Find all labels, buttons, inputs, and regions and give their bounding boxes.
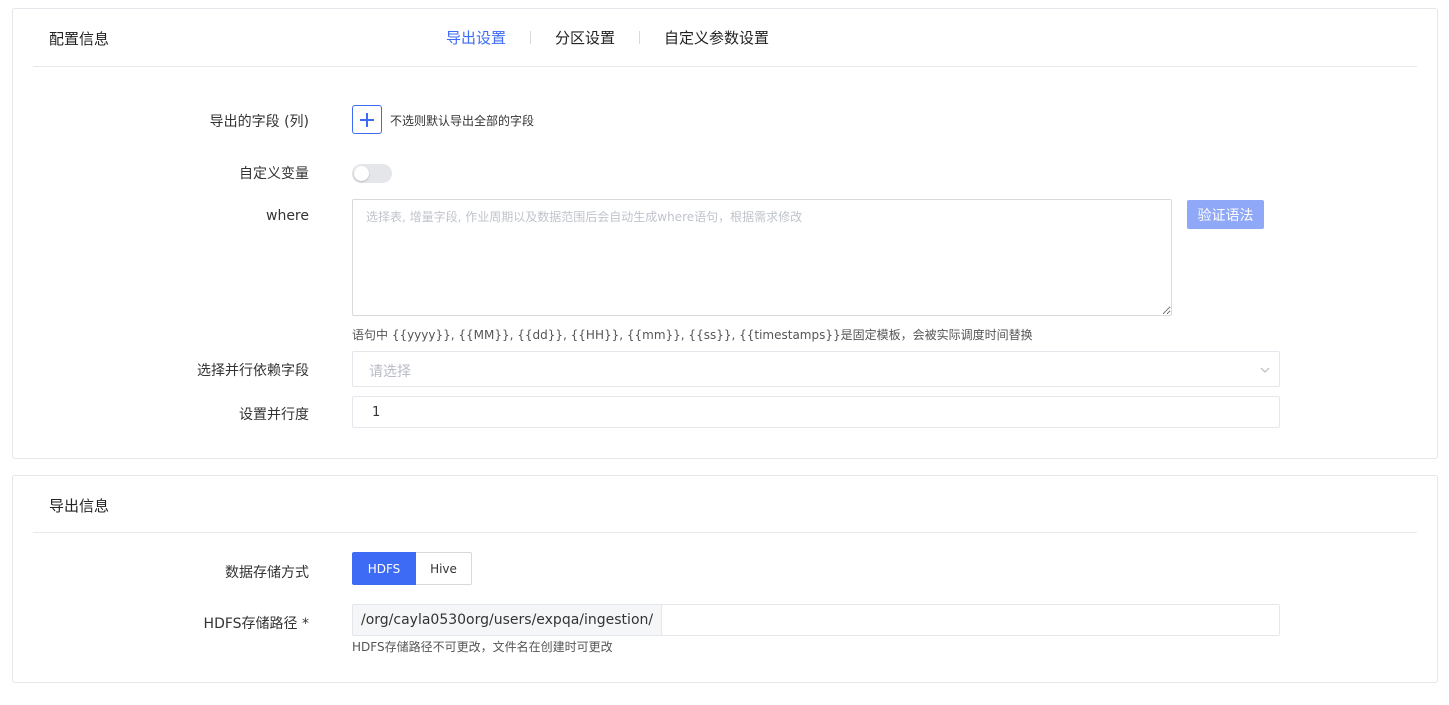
parallel-field-select[interactable]: 请选择 <box>352 351 1280 387</box>
parallel-field-label: 选择并行依赖字段 <box>197 363 309 379</box>
hdfs-path-input[interactable] <box>662 605 1279 635</box>
config-card-header: 配置信息 导出设置 分区设置 自定义参数设置 <box>33 9 1417 67</box>
where-label: where <box>266 208 309 224</box>
parallelism-input[interactable] <box>352 396 1280 428</box>
tab-export-settings[interactable]: 导出设置 <box>426 27 530 48</box>
export-card-title: 导出信息 <box>49 497 110 515</box>
custom-vars-toggle[interactable] <box>352 164 392 183</box>
export-card: 导出信息 数据存储方式 HDFS Hive HDFS存储路径 * /org/ca… <box>12 475 1438 683</box>
export-columns-label: 导出的字段 (列) <box>209 114 309 130</box>
hdfs-path-label: HDFS存储路径 * <box>203 616 309 632</box>
toggle-knob <box>354 166 369 181</box>
export-card-header: 导出信息 <box>33 476 1417 533</box>
tab-partition-settings[interactable]: 分区设置 <box>531 27 639 48</box>
where-help-text: 语句中 {{yyyy}}, {{MM}}, {{dd}}, {{HH}}, {{… <box>352 328 1033 342</box>
select-placeholder: 请选择 <box>369 364 411 380</box>
parallelism-label: 设置并行度 <box>239 407 309 423</box>
config-card: 配置信息 导出设置 分区设置 自定义参数设置 导出的字段 (列) 不选则默认导出… <box>12 8 1438 459</box>
storage-option-hive[interactable]: Hive <box>416 552 472 585</box>
config-card-title: 配置信息 <box>49 30 110 48</box>
verify-syntax-button[interactable]: 验证语法 <box>1187 200 1264 229</box>
tab-custom-params[interactable]: 自定义参数设置 <box>640 27 793 48</box>
hdfs-path-prefix: /org/cayla0530org/users/expqa/ingestion/ <box>353 605 663 635</box>
hdfs-path-help-text: HDFS存储路径不可更改，文件名在创建时可更改 <box>352 640 613 654</box>
export-columns-hint: 不选则默认导出全部的字段 <box>390 114 535 128</box>
storage-label: 数据存储方式 <box>225 565 309 581</box>
storage-option-hdfs[interactable]: HDFS <box>352 552 416 585</box>
add-column-button[interactable] <box>352 105 382 134</box>
hdfs-path-group: /org/cayla0530org/users/expqa/ingestion/ <box>352 604 1280 636</box>
storage-segmented-control: HDFS Hive <box>352 552 472 585</box>
custom-vars-label: 自定义变量 <box>239 166 309 182</box>
config-tabs: 导出设置 分区设置 自定义参数设置 <box>426 9 793 66</box>
chevron-down-icon <box>1260 367 1270 373</box>
plus-icon <box>360 112 374 127</box>
where-textarea[interactable] <box>352 199 1172 316</box>
